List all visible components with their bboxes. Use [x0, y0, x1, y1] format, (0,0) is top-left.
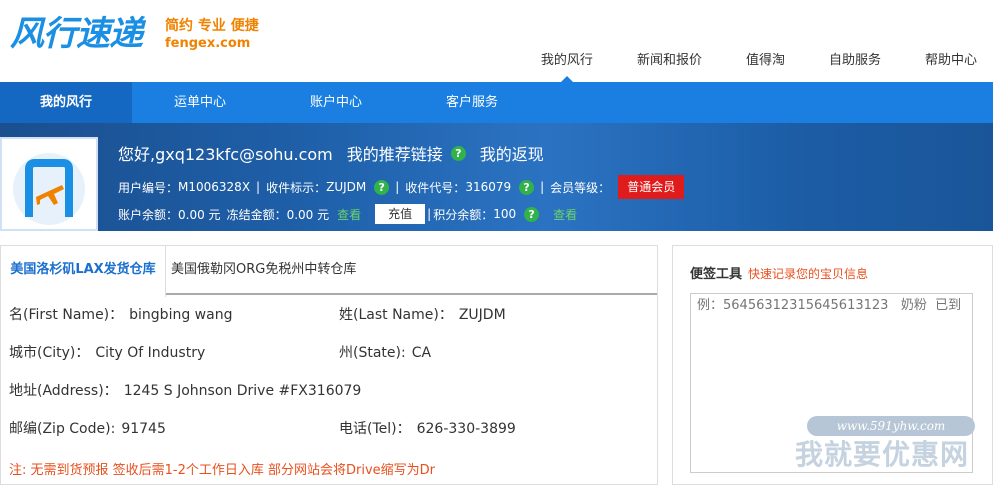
last-name-label: 姓(Last Name)：	[339, 307, 453, 323]
receive-mark-label: 收件标示：	[266, 180, 327, 195]
points-help-icon[interactable]: ?	[524, 206, 540, 222]
tab-org-warehouse[interactable]: 美国俄勒冈ORG免税州中转仓库	[171, 246, 356, 295]
zip-value: 91745	[121, 421, 166, 437]
state-label: 州(State):	[339, 345, 406, 361]
address-row: 地址(Address)： 1245 S Johnson Drive #FX3160…	[9, 382, 361, 400]
referral-link[interactable]: 我的推荐链接	[347, 141, 443, 165]
tel-value: 626-330-3899	[416, 421, 516, 437]
first-name-row: 名(First Name)： bingbing wang	[9, 306, 232, 324]
separator: |	[256, 180, 261, 194]
sticky-note-subtitle: 快速记录您的宝贝信息	[748, 267, 869, 281]
sticky-note-textarea[interactable]	[690, 293, 973, 473]
welcome-line: 您好,gxq123kfc@sohu.com 我的推荐链接 ? 我的返现	[118, 141, 544, 165]
balance-label: 账户余额：	[118, 207, 179, 222]
points-value: 100	[493, 207, 517, 221]
help-icon[interactable]: ?	[450, 145, 466, 161]
frozen-label: 冻结金额：	[226, 207, 287, 222]
account-info-line: 用户编号： M1006328X | 收件标示： ZUJDM ? | 收件代号： …	[118, 175, 685, 199]
top-nav-deals[interactable]: 值得淘	[746, 52, 785, 70]
top-nav-my-fengxing[interactable]: 我的风行	[541, 52, 593, 83]
city-row: 城市(City)： City Of Industry	[9, 344, 205, 362]
balance-value: 0.00 元	[178, 207, 221, 222]
state-row: 州(State): CA	[339, 344, 431, 362]
view-balance-link[interactable]: 查看	[337, 206, 361, 223]
city-label: 城市(City)：	[9, 345, 90, 361]
address-label: 地址(Address)：	[9, 383, 118, 399]
site-header: 风行速递 简约 专业 便捷 fengex.com 我的风行 新闻和报价 值得淘 …	[0, 0, 993, 83]
top-nav-help[interactable]: 帮助中心	[925, 52, 977, 70]
member-level-badge[interactable]: 普通会员	[618, 175, 685, 199]
level-label: 会员等级：	[550, 180, 611, 195]
warehouse-address-panel: 美国洛杉矶LAX发货仓库 美国俄勒冈ORG免税州中转仓库 名(First Nam…	[0, 245, 658, 485]
nav-customer-service[interactable]: 客户服务	[404, 82, 540, 123]
receive-mark-help-icon[interactable]: ?	[374, 179, 390, 195]
zip-row: 邮编(Zip Code): 91745	[9, 420, 166, 438]
domain-text: fengex.com	[165, 36, 251, 51]
address-value: 1245 S Johnson Drive #FX316079	[123, 383, 362, 399]
rebate-link[interactable]: 我的返现	[480, 141, 544, 165]
top-nav-self-service[interactable]: 自助服务	[829, 52, 881, 70]
last-name-row: 姓(Last Name)： ZUJDM	[339, 306, 506, 324]
separator: |	[395, 180, 400, 194]
avatar-logo-icon	[13, 153, 85, 225]
receive-mark-value: ZUJDM	[326, 180, 367, 194]
site-logo[interactable]: 风行速递	[10, 14, 143, 54]
city-value: City Of Industry	[95, 345, 206, 361]
receive-code-help-icon[interactable]: ?	[519, 179, 535, 195]
user-id-value: M1006328X	[178, 180, 251, 194]
tel-row: 电话(Tel)： 626-330-3899	[339, 420, 516, 438]
zip-label: 邮编(Zip Code):	[9, 421, 116, 437]
sticky-note-panel: 便签工具 快速记录您的宝贝信息	[672, 245, 993, 485]
separator: |	[427, 207, 432, 221]
last-name-value: ZUJDM	[458, 307, 506, 323]
frozen-value: 0.00 元	[286, 207, 330, 222]
receive-code-label: 收件代号：	[405, 180, 466, 195]
recharge-button[interactable]: 充值	[375, 204, 426, 224]
state-value: CA	[411, 345, 432, 361]
tel-label: 电话(Tel)：	[339, 421, 411, 437]
main-navbar: 我的风行 运单中心 账户中心 客户服务	[0, 82, 993, 123]
nav-my-fengxing[interactable]: 我的风行	[0, 82, 132, 123]
warehouse-tabs: 美国洛杉矶LAX发货仓库 美国俄勒冈ORG免税州中转仓库	[1, 246, 657, 297]
profile-banner: 您好,gxq123kfc@sohu.com 我的推荐链接 ? 我的返现 用户编号…	[0, 123, 993, 231]
first-name-label: 名(First Name)：	[9, 307, 124, 323]
address-note: 注: 无需到货预报 签收后需1-2个工作日入库 部分网站会将Drive缩写为Dr	[9, 463, 436, 478]
user-id-label: 用户编号：	[118, 180, 179, 195]
tagline: 简约 专业 便捷	[165, 18, 259, 34]
sticky-note-header: 便签工具 快速记录您的宝贝信息	[690, 263, 868, 282]
nav-waybill-center[interactable]: 运单中心	[132, 82, 268, 123]
separator: |	[540, 180, 545, 194]
top-nav-news[interactable]: 新闻和报价	[637, 52, 702, 70]
greeting-text: 您好,gxq123kfc@sohu.com	[118, 145, 333, 164]
first-name-value: bingbing wang	[129, 307, 233, 323]
view-points-link[interactable]: 查看	[553, 206, 577, 223]
points-label: 积分余额：	[433, 207, 494, 222]
avatar[interactable]	[0, 137, 98, 231]
receive-code-value: 316079	[465, 180, 512, 194]
balance-line: 账户余额： 0.00 元 冻结金额： 0.00 元 查看 充值 | 积分余额： …	[118, 204, 577, 224]
nav-account-center[interactable]: 账户中心	[268, 82, 404, 123]
tab-lax-warehouse[interactable]: 美国洛杉矶LAX发货仓库	[1, 246, 166, 297]
logo-text: 风行速递	[10, 14, 143, 54]
sticky-note-title: 便签工具	[690, 267, 743, 282]
top-nav: 我的风行 新闻和报价 值得淘 自助服务 帮助中心	[497, 52, 977, 83]
